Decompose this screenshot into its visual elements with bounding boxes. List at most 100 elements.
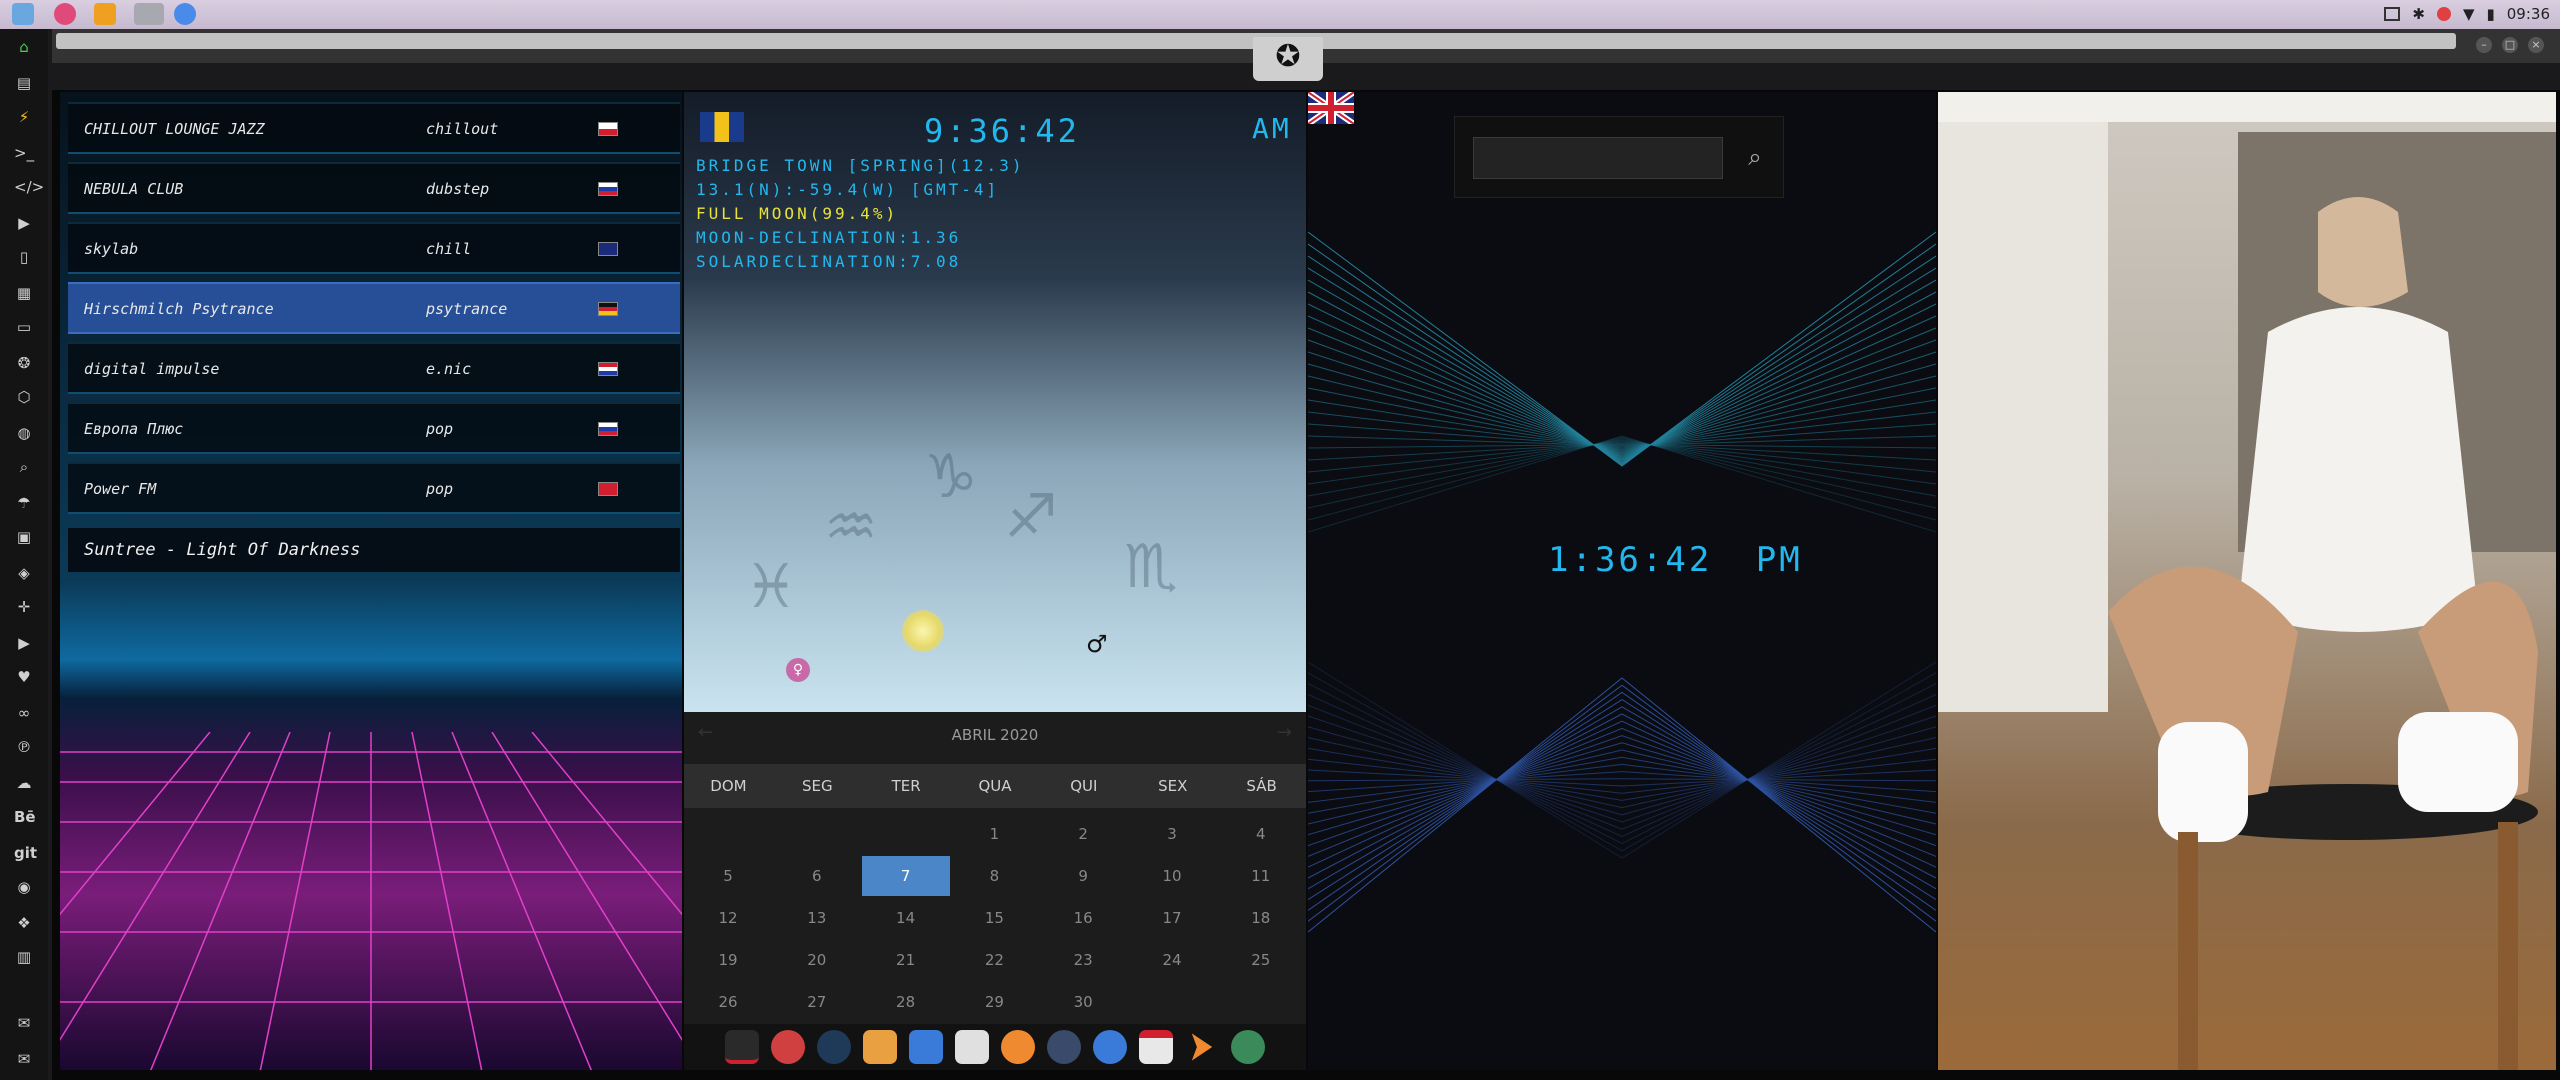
image-tray-icon[interactable] bbox=[2384, 7, 2401, 21]
calendar-day[interactable]: 25 bbox=[1217, 940, 1305, 980]
terminal-icon[interactable]: >_ bbox=[14, 143, 34, 163]
calendar-day[interactable]: 4 bbox=[1217, 814, 1305, 854]
hourglass-icon[interactable] bbox=[771, 1030, 805, 1064]
calendar-day[interactable]: 29 bbox=[950, 982, 1038, 1022]
expand-icon[interactable]: ✛ bbox=[14, 597, 34, 617]
calendar-day[interactable]: 9 bbox=[1039, 856, 1127, 896]
mail-icon[interactable]: ✉ bbox=[14, 1013, 34, 1033]
search-input[interactable] bbox=[1473, 137, 1723, 179]
file-icon[interactable]: ▯ bbox=[14, 247, 34, 267]
calendar-day[interactable]: 1 bbox=[950, 814, 1038, 854]
calendar-day[interactable]: 6 bbox=[773, 856, 861, 896]
hexagon-icon[interactable]: ⬡ bbox=[14, 387, 34, 407]
bluetooth-icon[interactable]: ✱ bbox=[2412, 5, 2425, 23]
calendar-day[interactable]: 22 bbox=[950, 940, 1038, 980]
calendar-date-icon[interactable] bbox=[1139, 1030, 1173, 1064]
rebel-alliance-icon[interactable]: ✪ bbox=[1253, 37, 1323, 81]
github-icon[interactable]: ◉ bbox=[14, 877, 34, 897]
close-icon[interactable]: × bbox=[2528, 37, 2544, 53]
aperture-icon[interactable]: ❂ bbox=[14, 353, 34, 373]
globe-app-icon[interactable] bbox=[1093, 1030, 1127, 1064]
calendar-day[interactable]: 24 bbox=[1128, 940, 1216, 980]
next-month-button[interactable]: → bbox=[1277, 722, 1292, 743]
launcher-icon[interactable] bbox=[725, 1030, 759, 1064]
keyboard-icon[interactable]: ▭ bbox=[14, 317, 34, 337]
weekday-label: SEX bbox=[1158, 777, 1188, 795]
calendar-day[interactable]: 13 bbox=[773, 898, 861, 938]
heart-icon[interactable]: ♥ bbox=[14, 667, 34, 687]
cubes-icon[interactable]: ❖ bbox=[14, 913, 34, 933]
window-list-item[interactable] bbox=[134, 3, 164, 25]
cloud-icon[interactable]: ☁ bbox=[14, 773, 34, 793]
behance-icon[interactable]: Bē bbox=[14, 807, 36, 827]
battery-icon[interactable]: ▮ bbox=[2487, 5, 2495, 23]
calendar-day[interactable]: 20 bbox=[773, 940, 861, 980]
chrome-icon[interactable] bbox=[174, 3, 196, 25]
radio-station-row-selected[interactable]: Hirschmilch Psytrance psytrance bbox=[68, 282, 680, 334]
sublime-text-icon[interactable] bbox=[94, 3, 116, 25]
heart-app-icon[interactable] bbox=[54, 3, 76, 25]
calendar-day[interactable]: 18 bbox=[1217, 898, 1305, 938]
globe-icon[interactable]: ◍ bbox=[14, 423, 34, 443]
translate-icon[interactable] bbox=[909, 1030, 943, 1064]
calendar-day[interactable]: 2 bbox=[1039, 814, 1127, 854]
tag-icon[interactable]: ◈ bbox=[14, 563, 34, 583]
id-card-icon[interactable]: ▣ bbox=[14, 527, 34, 547]
station-genre: pop bbox=[426, 420, 454, 438]
arrow-app-icon[interactable] bbox=[1191, 1033, 1213, 1061]
search-icon[interactable]: ⌕ bbox=[1737, 139, 1773, 175]
image-icon[interactable]: ▦ bbox=[14, 283, 34, 303]
calendar-day[interactable]: 17 bbox=[1128, 898, 1216, 938]
radio-station-row[interactable]: Power FM pop bbox=[68, 462, 680, 514]
umbrella-icon[interactable]: ☂ bbox=[14, 493, 34, 513]
calendar-day[interactable]: 11 bbox=[1217, 856, 1305, 896]
calendar-day[interactable]: 26 bbox=[684, 982, 772, 1022]
calendar-day[interactable]: 28 bbox=[862, 982, 950, 1022]
calendar-day-today[interactable]: 7 bbox=[861, 856, 950, 896]
yandex-icon[interactable] bbox=[1231, 1030, 1265, 1064]
world-clock-panel: ⌕ 1:36:42 PM bbox=[1308, 92, 1936, 1070]
document-icon[interactable]: ▤ bbox=[14, 73, 34, 93]
earth-icon[interactable] bbox=[817, 1030, 851, 1064]
calendar-app-icon[interactable] bbox=[955, 1030, 989, 1064]
lightning-icon[interactable]: ⚡ bbox=[14, 107, 34, 127]
code-icon[interactable]: </> bbox=[14, 177, 44, 197]
calendar-day[interactable]: 5 bbox=[684, 856, 772, 896]
radio-station-row[interactable]: CHILLOUT LOUNGE JAZZ chillout bbox=[68, 102, 680, 154]
pinterest-icon[interactable]: ℗ bbox=[14, 737, 34, 757]
wifi-icon[interactable]: ▼ bbox=[2463, 5, 2475, 23]
search-app-icon[interactable] bbox=[1001, 1030, 1035, 1064]
calendar-day[interactable]: 8 bbox=[950, 856, 1038, 896]
home-icon[interactable]: ⌂ bbox=[14, 37, 34, 57]
calendar-day[interactable]: 16 bbox=[1039, 898, 1127, 938]
play-icon[interactable]: ▶ bbox=[14, 213, 34, 233]
calendar-day[interactable]: 15 bbox=[950, 898, 1038, 938]
radio-station-row[interactable]: skylab chill bbox=[68, 222, 680, 274]
git-icon[interactable]: git bbox=[14, 843, 37, 863]
calendar-day[interactable]: 3 bbox=[1128, 814, 1216, 854]
alert-icon[interactable] bbox=[2436, 7, 2451, 21]
image-viewer-icon[interactable] bbox=[863, 1030, 897, 1064]
calendar-day[interactable]: 27 bbox=[773, 982, 861, 1022]
clock-icon[interactable] bbox=[1047, 1030, 1081, 1064]
minimize-icon[interactable]: – bbox=[2476, 37, 2492, 53]
calendar-day[interactable]: 21 bbox=[862, 940, 950, 980]
files-app-icon[interactable] bbox=[12, 3, 34, 25]
envelope-icon[interactable]: ✉ bbox=[14, 1049, 34, 1069]
calendar-widget: ← ABRIL 2020 → DOM SEG TER QUA QUI SEX S… bbox=[684, 712, 1306, 1024]
calendar-day[interactable]: 14 bbox=[862, 898, 950, 938]
calendar-day[interactable]: 23 bbox=[1039, 940, 1127, 980]
infinity-icon[interactable]: ∞ bbox=[14, 703, 34, 723]
system-clock[interactable]: 09:36 bbox=[2507, 5, 2550, 23]
calendar-day[interactable]: 30 bbox=[1039, 982, 1127, 1022]
calendar-day[interactable]: 19 bbox=[684, 940, 772, 980]
map-icon[interactable]: ▥ bbox=[14, 947, 34, 967]
maximize-icon[interactable]: □ bbox=[2502, 37, 2518, 53]
radio-station-row[interactable]: digital impulse e.nic bbox=[68, 342, 680, 394]
calendar-day[interactable]: 12 bbox=[684, 898, 772, 938]
search-icon[interactable]: ⌕ bbox=[14, 457, 34, 477]
radio-station-row[interactable]: Европа Плюс pop bbox=[68, 402, 680, 454]
radio-station-row[interactable]: NEBULA CLUB dubstep bbox=[68, 162, 680, 214]
calendar-day[interactable]: 10 bbox=[1128, 856, 1216, 896]
youtube-icon[interactable]: ▶ bbox=[14, 633, 34, 653]
